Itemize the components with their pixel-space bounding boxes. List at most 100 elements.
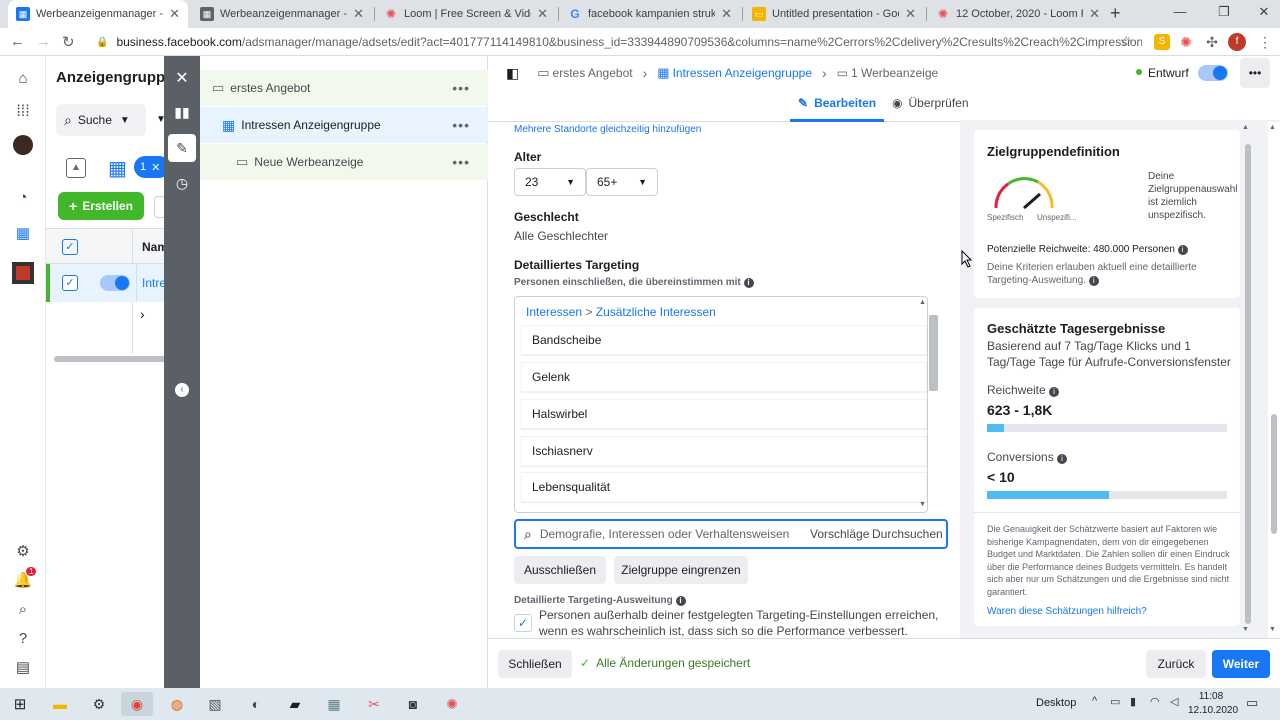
new-tab-icon[interactable]: + [1110, 3, 1121, 24]
tab-edit[interactable]: ✎ Bearbeiten [790, 96, 885, 122]
panel-scrollbar[interactable] [1245, 144, 1251, 624]
browser-menu-icon[interactable]: ⋮ [1258, 34, 1272, 51]
chart-icon[interactable]: ▮▮ [168, 98, 196, 126]
file-explorer-icon[interactable]: ▬ [48, 692, 72, 716]
browser-tab[interactable]: ▦ Werbeanzeigenmanager - Wer ✕ [8, 0, 188, 28]
settings-gear-icon[interactable]: ⚙ [87, 692, 111, 716]
desktop-toolbar-label[interactable]: Desktop [1036, 697, 1076, 709]
clock-time[interactable]: 11:08 [1196, 691, 1226, 702]
close-editor-icon[interactable]: ✕ [168, 64, 196, 92]
close-tab-icon[interactable]: ✕ [169, 6, 180, 22]
chevron-right-icon[interactable]: › [140, 306, 145, 322]
breadcrumb-adset[interactable]: Intressen Anzeigengruppe [673, 66, 812, 80]
publish-toggle[interactable] [1198, 65, 1228, 81]
targeting-search-input[interactable]: ⌕ Demografie, Interessen oder Verhaltens… [514, 519, 948, 549]
interest-item[interactable]: Lebensqualität [521, 472, 927, 502]
expansion-checkbox[interactable]: ✓ [514, 614, 532, 632]
loom-extension-icon[interactable]: ✺ [1178, 34, 1194, 50]
scroll-down-icon[interactable]: ▼ [1242, 626, 1249, 633]
interest-item[interactable]: Bandscheibe [521, 325, 927, 355]
minimize-icon[interactable]: — [1166, 4, 1194, 19]
browser-tab[interactable]: G facebook kampanien struktur ✕ [560, 0, 740, 28]
camera-icon[interactable]: ◙ [401, 692, 425, 716]
close-tab-icon[interactable]: ✕ [353, 6, 364, 22]
loom-icon[interactable]: ✺ [440, 692, 464, 716]
apps-grid-icon[interactable]: ⁞⁞⁞ [12, 101, 34, 123]
history-clock-icon[interactable]: ◷ [168, 169, 196, 197]
settings-icon[interactable]: ⚙ [12, 540, 34, 562]
more-options-icon[interactable]: ••• [452, 117, 470, 133]
extensions-puzzle-icon[interactable]: ✣ [1204, 34, 1220, 50]
scroll-up-icon[interactable]: ▲ [1242, 124, 1249, 131]
browser-tab[interactable]: ✺ 12 October, 2020 - Loom Reco ✕ [928, 0, 1108, 28]
account-avatar[interactable] [12, 134, 34, 156]
help-icon[interactable]: ? [12, 627, 34, 649]
age-min-select[interactable]: 23 ▼ [514, 168, 586, 196]
tab-review[interactable]: ◉ Überprüfen [892, 96, 969, 110]
volume-icon[interactable]: ◁ [1170, 695, 1178, 708]
tree-item-campaign[interactable]: ▭ erstes Angebot ••• [200, 70, 488, 106]
notifications-bell-icon[interactable]: 🔔 1 [12, 567, 37, 591]
collapse-icon[interactable]: ‹ [175, 383, 189, 397]
network-icon[interactable]: ◠ [1150, 695, 1160, 708]
exclude-button[interactable]: Ausschließen [514, 556, 606, 584]
back-icon[interactable]: ← [10, 33, 25, 50]
back-button[interactable]: Zurück [1146, 650, 1206, 678]
page-scrollbar-thumb[interactable] [1271, 414, 1277, 534]
business-icon[interactable] [12, 262, 34, 284]
reload-icon[interactable]: ↻ [62, 33, 75, 51]
clock-date[interactable]: 12.10.2020 [1188, 705, 1238, 716]
home-icon[interactable]: ⌂ [12, 67, 34, 89]
close-button[interactable]: Schließen [498, 650, 572, 678]
close-tab-icon[interactable]: ✕ [721, 6, 732, 22]
selected-count-badge[interactable]: 1 ✕ [134, 156, 166, 178]
notification-center-icon[interactable]: ▭ [1246, 695, 1258, 711]
app-icon[interactable]: ▧ [203, 692, 227, 716]
more-options-icon[interactable]: ••• [452, 154, 470, 170]
feedback-link[interactable]: Waren diese Schätzungen hilfreich? [987, 606, 1147, 617]
table-row[interactable]: ✓ Intre [46, 264, 166, 302]
sidebar-toggle-icon[interactable]: ◧ [506, 65, 519, 82]
breadcrumb-campaign[interactable]: erstes Angebot [553, 66, 633, 80]
tray-chevron-icon[interactable]: ^ [1092, 695, 1097, 707]
firefox-icon[interactable]: ◍ [165, 692, 189, 716]
horizontal-scrollbar[interactable] [54, 356, 166, 362]
battery-icon[interactable]: ▮ [1130, 695, 1136, 708]
edit-pencil-icon[interactable]: ✎ [168, 134, 196, 162]
close-tab-icon[interactable]: ✕ [1089, 6, 1100, 22]
next-button[interactable]: Weiter [1212, 650, 1270, 678]
browser-tab[interactable]: ▦ Werbeanzeigenmanager - Wer ✕ [192, 0, 372, 28]
close-tab-icon[interactable]: ✕ [537, 6, 548, 22]
adset-name-link[interactable]: Intre [142, 276, 166, 290]
url-bar[interactable]: 🔒 business.facebook.com/adsmanager/manag… [96, 32, 1142, 52]
tree-item-adset[interactable]: ▦ Intressen Anzeigengruppe ••• [200, 107, 488, 143]
dashboard-gauge-icon[interactable]: ◔ [12, 186, 34, 208]
browser-tab[interactable]: ▭ Untitled presentation - Google ✕ [744, 0, 924, 28]
create-button[interactable]: + Erstellen [58, 192, 144, 220]
narrow-audience-button[interactable]: Zielgruppe eingrenzen [614, 556, 748, 584]
forward-icon[interactable]: → [36, 33, 51, 50]
row-checkbox[interactable]: ✓ [62, 275, 78, 291]
browse-button[interactable]: Durchsuchen [872, 527, 943, 541]
app-icon[interactable]: ◐ [244, 692, 268, 716]
breadcrumb-ad[interactable]: 1 Werbeanzeige [851, 66, 938, 80]
scroll-up-icon[interactable]: ▲ [919, 299, 926, 306]
status-toggle[interactable] [100, 275, 130, 291]
ads-manager-table-icon[interactable]: ▦ [12, 222, 34, 244]
age-max-select[interactable]: 65+ ▼ [586, 168, 658, 196]
windows-start-icon[interactable]: ⊞ [8, 692, 32, 716]
adsets-grid-icon[interactable]: ▦ [108, 156, 127, 181]
page-scrollbar-track[interactable]: ▲ ▼ [1268, 122, 1280, 638]
browser-tab[interactable]: ✺ Loom | Free Screen & Video Re ✕ [376, 0, 556, 28]
profile-avatar[interactable]: f [1228, 33, 1246, 51]
add-locations-link[interactable]: Mehrere Standorte gleichzeitig hinzufüge… [514, 124, 701, 135]
tray-icon[interactable]: ▭ [1110, 695, 1120, 708]
chrome-icon[interactable]: ◉ [121, 692, 153, 716]
more-options-icon[interactable]: ••• [452, 80, 470, 96]
gender-value[interactable]: Alle Geschlechter [514, 229, 608, 243]
bookmark-star-icon[interactable]: ☆ [1120, 33, 1133, 50]
app-icon[interactable]: ▰ [283, 692, 307, 716]
tree-item-ad[interactable]: ▭ Neue Werbeanzeige ••• [200, 144, 488, 180]
close-tab-icon[interactable]: ✕ [905, 6, 916, 22]
interest-item[interactable]: Gelenk [521, 362, 927, 392]
